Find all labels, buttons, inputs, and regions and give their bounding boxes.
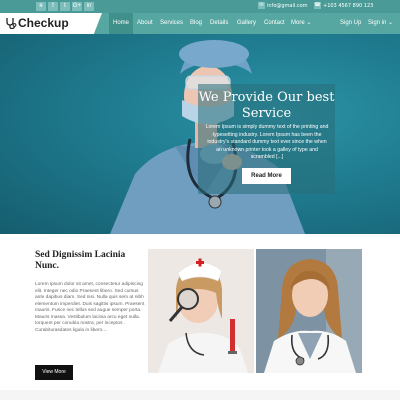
child-doctor-image — [148, 249, 254, 373]
facebook-icon[interactable]: f — [48, 2, 58, 11]
nav-gallery[interactable]: Gallery — [233, 13, 260, 34]
nav-contact[interactable]: Contact — [260, 13, 289, 34]
section-title: Sed Dignissim Lacinia Nunc. — [35, 250, 126, 271]
phone-link[interactable]: ☎ +103 4567 890 123 — [314, 2, 373, 11]
linkedin-icon[interactable]: in — [84, 2, 94, 11]
email-link[interactable]: ✉ info@gmail.com — [258, 2, 308, 11]
footer-strip — [0, 390, 400, 400]
hero-text: Lorem Ipsum is simply dummy text of the … — [205, 124, 329, 160]
nav-home[interactable]: Home — [109, 13, 134, 34]
stethoscope-icon — [6, 18, 17, 29]
rss-icon[interactable]: ʀ — [36, 2, 46, 11]
nav-blog[interactable]: Blog — [186, 13, 206, 34]
google-plus-icon[interactable]: G+ — [72, 2, 82, 11]
nav-signin[interactable]: Sign in ⌄ — [364, 13, 397, 34]
nav-signup[interactable]: Sign Up — [336, 13, 365, 34]
female-doctor-image — [256, 249, 362, 373]
section-text: Lorem ipsum dolor sit amet, consectetur … — [35, 282, 145, 333]
phone-text: +103 4567 890 123 — [323, 3, 374, 9]
nav-about[interactable]: About — [133, 13, 157, 34]
phone-icon: ☎ — [314, 2, 321, 9]
logo-text[interactable]: Checkup — [18, 16, 69, 30]
email-text: info@gmail.com — [267, 3, 308, 9]
nav-more[interactable]: More ⌄ — [287, 13, 315, 34]
mail-icon: ✉ — [258, 2, 265, 9]
twitter-icon[interactable]: t — [60, 2, 70, 11]
view-more-button[interactable]: View More — [35, 365, 73, 380]
read-more-button[interactable]: Read More — [242, 168, 291, 184]
nav-services[interactable]: Services — [156, 13, 187, 34]
hero-title: We Provide Our best Service — [198, 90, 335, 121]
nav-details[interactable]: Details — [206, 13, 232, 34]
